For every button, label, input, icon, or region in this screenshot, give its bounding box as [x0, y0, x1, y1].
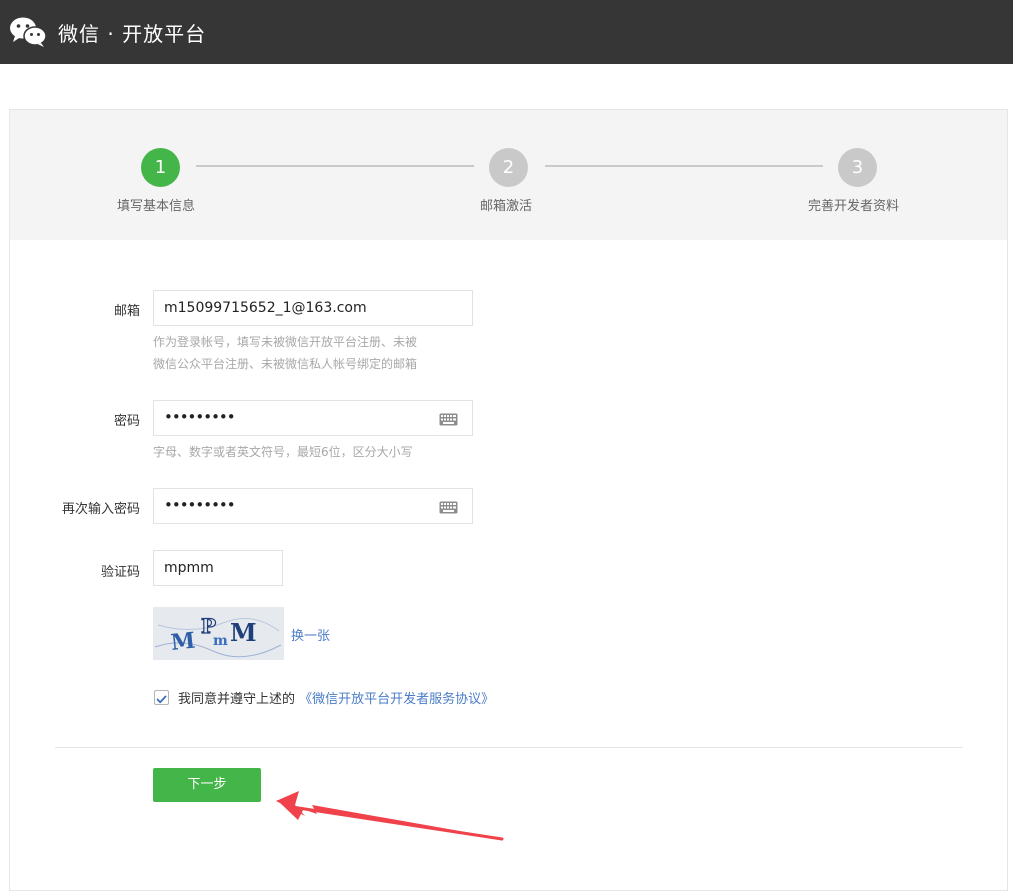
email-value: m15099715652_1@163.com: [164, 300, 367, 316]
step-progress: 1 2 3 填写基本信息 邮箱激活 完善开发者资料: [10, 110, 1007, 240]
step-3-label: 完善开发者资料: [808, 199, 900, 214]
agreement-text: 我同意并遵守上述的 《微信开放平台开发者服务协议》: [178, 688, 494, 707]
top-bar: 微信 · 开放平台: [0, 0, 1013, 64]
captcha-label: 验证码: [100, 565, 140, 580]
email-hint-line-2: 微信公众平台注册、未被微信私人帐号绑定的邮箱: [153, 357, 418, 371]
platform-title: 微信 · 开放平台: [58, 22, 207, 46]
captcha-field[interactable]: mpmm: [153, 550, 283, 586]
registration-panel: 1 2 3 填写基本信息 邮箱激活 完善开发者资料 邮箱 m1509971565…: [9, 109, 1008, 891]
email-field[interactable]: m15099715652_1@163.com: [153, 290, 473, 326]
keyboard-icon[interactable]: [439, 501, 458, 514]
refresh-captcha-link[interactable]: 换一张: [291, 625, 330, 644]
confirm-password-label: 再次输入密码: [61, 502, 140, 517]
captcha-value: mpmm: [164, 560, 214, 576]
captcha-image[interactable]: M P m M: [153, 607, 284, 660]
confirm-password-value: •••••••••: [164, 496, 236, 514]
email-hint-line-1: 作为登录帐号，填写未被微信开放平台注册、未被: [153, 335, 418, 349]
email-hint: 作为登录帐号，填写未被微信开放平台注册、未被 微信公众平台注册、未被微信私人帐号…: [153, 331, 483, 375]
step-1-circle: 1: [141, 148, 180, 187]
agreement-label: 我同意并遵守上述的: [178, 692, 296, 707]
service-agreement-link[interactable]: 《微信开放平台开发者服务协议》: [299, 692, 494, 707]
svg-text:M: M: [230, 618, 257, 647]
step-2-circle: 2: [489, 148, 528, 187]
agreement-checkbox[interactable]: [154, 690, 169, 705]
svg-text:M: M: [170, 628, 197, 656]
step-connector-1: [196, 165, 474, 167]
password-label: 密码: [113, 414, 140, 429]
step-3-circle: 3: [838, 148, 877, 187]
keyboard-icon[interactable]: [439, 413, 458, 426]
form-divider: [55, 747, 963, 748]
wechat-logo-icon[interactable]: [9, 16, 47, 48]
confirm-password-field[interactable]: •••••••••: [153, 488, 473, 524]
next-step-button[interactable]: 下一步: [153, 768, 261, 802]
step-1-label: 填写基本信息: [117, 199, 196, 214]
step-2-label: 邮箱激活: [480, 199, 533, 214]
svg-text:m: m: [213, 633, 228, 649]
email-label: 邮箱: [113, 304, 140, 319]
check-icon: [156, 695, 167, 704]
step-connector-2: [545, 165, 823, 167]
password-value: •••••••••: [164, 408, 236, 426]
password-field[interactable]: •••••••••: [153, 400, 473, 436]
password-hint: 字母、数字或者英文符号，最短6位，区分大小写: [153, 445, 413, 459]
